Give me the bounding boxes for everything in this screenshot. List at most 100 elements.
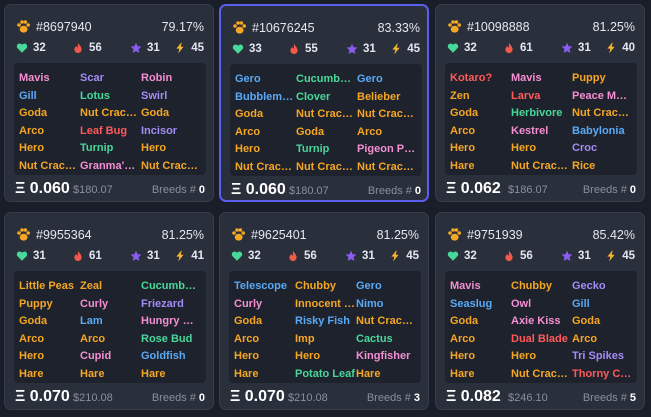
axie-card[interactable]: #9625401 81.25% 32 56 31 45 Telescope Cur… [219, 212, 429, 410]
body-part: Nut Cracker [296, 160, 356, 173]
star-icon [345, 250, 357, 261]
speed-value: 61 [520, 42, 533, 54]
morale-stat: 45 [389, 250, 419, 262]
heart-icon [447, 43, 459, 53]
lightning-icon [176, 250, 184, 262]
body-part: Arco [450, 332, 476, 345]
skill-value: 31 [578, 250, 591, 262]
body-parts-panel: Kotaro? Zen Goda Arco Hero Hare Mavis Larva Her… [445, 63, 637, 175]
body-part: Gill [19, 89, 37, 102]
body-part: Gero [356, 280, 382, 292]
stats-row: 32 61 31 40 [447, 42, 635, 57]
skill-value: 31 [362, 250, 375, 262]
body-part: Goda [450, 107, 479, 120]
body-part: Hare [450, 367, 475, 380]
body-part: Croc [572, 142, 598, 155]
body-part: Zeal [80, 280, 103, 292]
breeds-value: 0 [414, 185, 421, 197]
body-parts-panel: Telescope Curly Goda Arco Hero Hare Chubby Inn… [229, 271, 421, 383]
hp-value: 31 [33, 250, 46, 262]
body-part: Granma's Fan [80, 159, 140, 172]
usd-price: $210.08 [288, 392, 328, 404]
body-part: Rose Bud [141, 332, 193, 345]
parts-column: Cucumber Slice Clover Nut Cracker Goda Turni… [296, 71, 356, 177]
body-part: Gero [357, 73, 383, 85]
body-part: Hare [141, 367, 166, 380]
body-part: Babylonia [572, 124, 625, 137]
body-part: Incisor [141, 124, 178, 137]
body-part: Nut Cracker [235, 160, 295, 173]
eth-price: Ξ 0.070 [230, 388, 285, 405]
stats-row: 32 56 31 45 [447, 250, 635, 265]
lightning-icon [391, 250, 399, 262]
body-part: Zen [450, 89, 470, 102]
body-part: Goda [450, 315, 479, 328]
purity-percent: 79.17% [161, 20, 204, 34]
axie-card[interactable]: #9751939 85.42% 32 56 31 45 Mavis Seaslug… [435, 212, 645, 410]
parts-column: Robin Swirl Goda Incisor Hero Nut Cracker [141, 70, 201, 176]
body-part: Thorny Caterpillar [572, 367, 632, 380]
hp-stat: 32 [16, 42, 46, 54]
body-part: Goda [234, 315, 263, 328]
breeds-label: Breeds # [151, 392, 196, 404]
body-part: Goldfish [141, 350, 186, 363]
body-parts-panel: Little Peas Puppy Goda Arco Hero Hare Zeal Cur… [14, 271, 206, 383]
skill-value: 31 [147, 42, 160, 54]
parts-column: Mavis Seaslug Goda Arco Hero Hare [450, 278, 492, 384]
parts-column: Mavis Gill Goda Arco Hero Nut Cracker [19, 70, 79, 176]
usd-price: $246.10 [508, 392, 548, 404]
eth-price: Ξ 0.060 [15, 180, 70, 197]
breeds-value: 3 [413, 392, 420, 404]
body-part: Friezard [141, 297, 184, 310]
speed-value: 61 [89, 250, 102, 262]
body-part: Puppy [19, 297, 53, 310]
speed-value: 55 [305, 43, 318, 55]
breeds-value: 0 [198, 392, 205, 404]
hp-stat: 31 [16, 250, 46, 262]
hp-stat: 32 [231, 250, 261, 262]
body-part: Kestrel [511, 124, 549, 137]
axie-card[interactable]: #10098888 81.25% 32 61 31 40 Kotaro? Zen G… [435, 4, 645, 202]
usd-price: $210.08 [73, 392, 113, 404]
body-part: Arco [235, 125, 261, 138]
body-part: Arco [80, 332, 106, 345]
morale-value: 40 [622, 42, 635, 54]
skill-stat: 31 [561, 250, 591, 262]
paw-icon [232, 228, 246, 241]
parts-column: Mavis Larva Herbivore Kestrel Hero Nut Cracke… [511, 70, 571, 176]
purity-percent: 81.25% [161, 228, 204, 242]
body-part: Arco [450, 124, 476, 137]
body-part: Innocent Lamb [295, 297, 355, 310]
parts-column: Puppy Peace Maker Nut Cracker Babylonia Croc… [572, 70, 632, 176]
breed-count: Breeds #0 [368, 185, 421, 197]
body-part: Nut Cracker [296, 108, 356, 121]
body-part: Hero [141, 142, 167, 155]
body-part: Arco [234, 332, 260, 345]
stats-row: 33 55 31 45 [232, 43, 420, 58]
body-part: Goda [296, 125, 325, 138]
body-part: Leaf Bug [80, 124, 128, 137]
axie-card[interactable]: #8697940 79.17% 32 56 31 45 Mavis Gill God… [4, 4, 214, 202]
heart-icon [231, 251, 243, 261]
axie-card[interactable]: #9955364 81.25% 31 61 31 41 Little Peas P… [4, 212, 214, 410]
axie-card[interactable]: #10676245 83.33% 33 55 31 45 Gero Bubblem… [219, 4, 429, 202]
body-part: Nut Cracker [357, 160, 417, 173]
body-part: Goda [235, 108, 264, 121]
eth-price: Ξ 0.082 [446, 388, 501, 405]
card-header: #9751939 85.42% [447, 227, 635, 243]
breeds-label: Breeds # [367, 185, 412, 197]
lightning-icon [392, 43, 400, 55]
speed-stat: 56 [503, 250, 533, 262]
body-part: Nut Cracker [511, 367, 571, 380]
body-part: Puppy [572, 72, 606, 84]
morale-stat: 45 [390, 43, 420, 55]
axie-id: #10098888 [467, 20, 530, 34]
body-part: Nut Cracker [572, 107, 632, 120]
paw-icon [17, 228, 31, 241]
flame-icon [74, 42, 82, 54]
lightning-icon [176, 42, 184, 54]
usd-price: $180.07 [73, 184, 113, 196]
flame-icon [74, 250, 82, 262]
purity-percent: 83.33% [377, 21, 420, 35]
parts-column: Gero Bubblemaker Goda Arco Hero Nut Cracker [235, 71, 295, 177]
